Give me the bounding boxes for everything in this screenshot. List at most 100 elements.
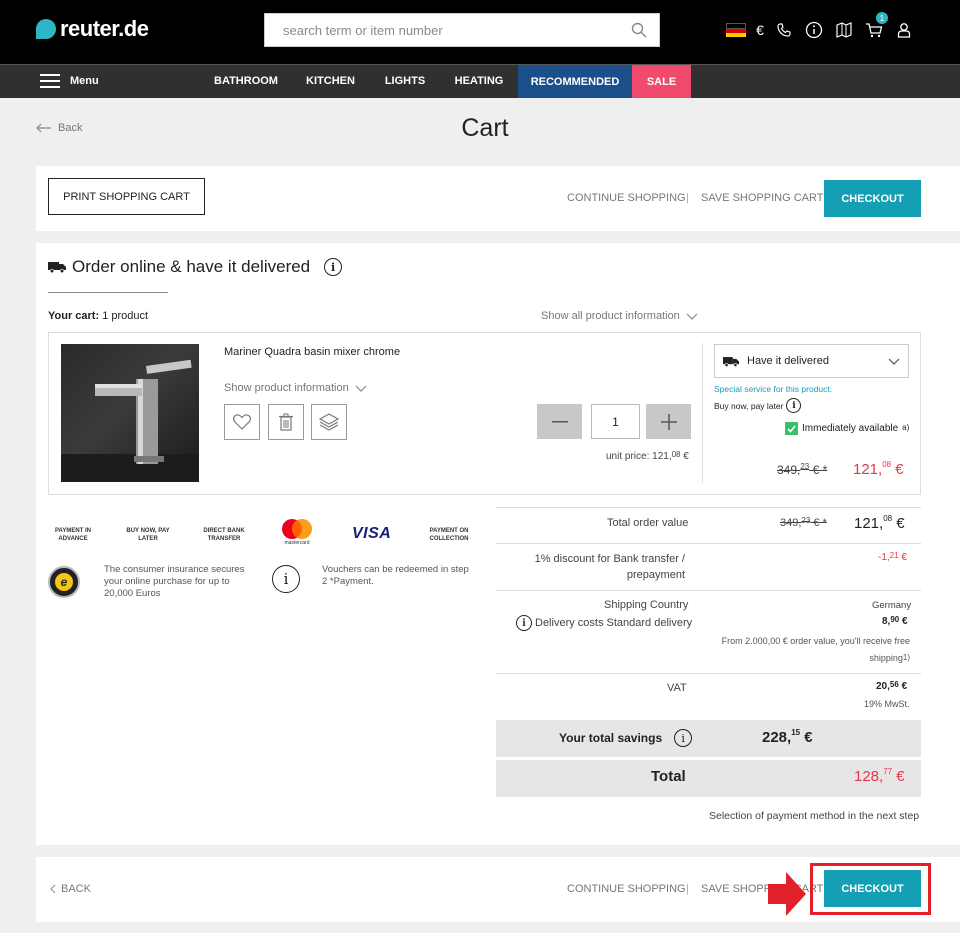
nav-item-lights[interactable]: LIGHTS bbox=[374, 64, 436, 97]
shipping-country-label: Shipping Country bbox=[604, 599, 689, 611]
save-cart-link[interactable]: SAVE SHOPPING CART bbox=[701, 192, 823, 204]
nav-item-bathroom[interactable]: BATHROOM bbox=[205, 64, 287, 97]
show-product-info-label: Show product information bbox=[224, 382, 349, 394]
pay-later-info-icon[interactable]: i bbox=[786, 398, 802, 413]
payment-buy-now-logo: BUY NOW, PAY LATER bbox=[126, 528, 170, 542]
chevron-left-icon bbox=[50, 884, 56, 894]
chevron-down-icon bbox=[355, 385, 367, 392]
buy-now-pay-later: Buy now, pay later i bbox=[714, 398, 802, 413]
menu-button[interactable]: Menu bbox=[40, 64, 120, 97]
trusted-shops-icon: e bbox=[55, 573, 73, 591]
check-icon bbox=[785, 422, 798, 435]
show-all-info-toggle[interactable]: Show all product information bbox=[541, 310, 698, 322]
nav-item-sale[interactable]: SALE bbox=[632, 65, 691, 98]
print-cart-button[interactable]: PRINT SHOPPING CART bbox=[48, 178, 205, 215]
visa-logo: VISA bbox=[352, 525, 392, 542]
compare-button[interactable] bbox=[311, 404, 347, 440]
catalog-icon[interactable] bbox=[832, 18, 856, 42]
total-order-old-value: 349,23 € * bbox=[780, 516, 827, 529]
truck-icon bbox=[723, 356, 739, 367]
product-name[interactable]: Mariner Quadra basin mixer chrome bbox=[224, 346, 400, 358]
chevron-down-icon bbox=[686, 313, 698, 320]
total-order-label: Total order value bbox=[607, 517, 689, 529]
page-title: Cart bbox=[461, 114, 509, 142]
nav-item-recommended[interactable]: RECOMMENDED bbox=[518, 65, 632, 98]
total-order-value: 121,08 € bbox=[854, 514, 905, 532]
hamburger-icon bbox=[40, 73, 60, 88]
chevron-down-icon bbox=[888, 358, 900, 365]
delivery-option-value: Have it delivered bbox=[747, 355, 829, 367]
vat-value: 20,56 € bbox=[876, 680, 908, 692]
info-icon[interactable] bbox=[802, 18, 826, 42]
quantity-input[interactable]: 1 bbox=[591, 404, 640, 439]
header-icons: € 1 bbox=[724, 12, 916, 42]
savings-label: Your total savings i bbox=[559, 729, 693, 747]
language-flag-icon[interactable] bbox=[724, 18, 748, 42]
wishlist-button[interactable] bbox=[224, 404, 260, 440]
summary-top-line bbox=[496, 507, 921, 508]
trusted-shops-seal[interactable]: e bbox=[48, 566, 80, 598]
delivery-heading-text: Order online & have it delivered bbox=[72, 257, 311, 276]
nav-item-kitchen[interactable]: KITCHEN bbox=[297, 64, 364, 97]
special-service-text: Special service for this product: bbox=[714, 384, 833, 394]
currency-selector[interactable]: € bbox=[754, 18, 766, 42]
logo-mark-icon bbox=[36, 19, 56, 39]
free-shipping-note: From 2.000,00 € order value, you'll rece… bbox=[721, 636, 910, 663]
menu-label: Menu bbox=[70, 74, 99, 87]
total-label: Total bbox=[651, 768, 686, 785]
payment-bank-transfer-logo: DIRECT BANK TRANSFER bbox=[203, 528, 245, 542]
search-icon[interactable] bbox=[631, 22, 647, 38]
heart-icon bbox=[233, 414, 251, 430]
discount-label: 1% discount for Bank transfer / prepayme… bbox=[534, 553, 685, 581]
availability-status: Immediately available a) bbox=[785, 422, 909, 435]
cart-icon[interactable]: 1 bbox=[862, 12, 888, 42]
delivery-costs-info-icon[interactable]: i bbox=[516, 615, 532, 631]
checkout-button-top[interactable]: CHECKOUT bbox=[824, 180, 921, 217]
footer-back-link[interactable]: BACK bbox=[50, 883, 91, 895]
search-box[interactable] bbox=[264, 13, 660, 47]
truck-icon bbox=[48, 262, 66, 273]
delivery-costs-value: 8,90 € bbox=[882, 615, 908, 627]
search-input[interactable] bbox=[283, 22, 631, 38]
layers-icon bbox=[319, 413, 339, 431]
vat-label: VAT bbox=[667, 682, 687, 694]
shipping-country-value: Germany bbox=[872, 600, 912, 611]
quantity-decrease-button[interactable] bbox=[537, 404, 582, 439]
footer-separator: | bbox=[686, 883, 689, 895]
show-product-info-toggle[interactable]: Show product information bbox=[224, 382, 367, 394]
delivery-info-icon[interactable]: i bbox=[324, 258, 343, 276]
delete-button[interactable] bbox=[268, 404, 304, 440]
voucher-text: Vouchers can be redeemed in step 2 *Paym… bbox=[322, 564, 469, 587]
savings-value: 228,15 € bbox=[762, 728, 813, 746]
account-icon[interactable] bbox=[892, 18, 916, 42]
logo-text: reuter.de bbox=[60, 16, 149, 41]
continue-shopping-link[interactable]: CONTINUE SHOPPING bbox=[567, 192, 686, 204]
insurance-text: The consumer insurance secures your onli… bbox=[104, 564, 245, 599]
savings-info-icon[interactable]: i bbox=[674, 729, 693, 747]
nav-item-heating[interactable]: HEATING bbox=[446, 64, 512, 97]
phone-icon[interactable] bbox=[772, 18, 796, 42]
delivery-heading: Order online & have it delivered i bbox=[48, 257, 343, 277]
your-cart-count: 1 product bbox=[102, 310, 149, 322]
quantity-increase-button[interactable] bbox=[646, 404, 691, 439]
discount-value: -1,21 € bbox=[878, 551, 907, 563]
mastercard-icon bbox=[282, 519, 312, 539]
checkout-button-bottom[interactable]: CHECKOUT bbox=[824, 870, 921, 907]
cart-count-badge: 1 bbox=[876, 12, 888, 24]
action-separator: | bbox=[686, 192, 689, 204]
product-price: 121,08 € bbox=[853, 460, 904, 478]
your-cart-summary: Your cart: 1 product bbox=[48, 310, 148, 322]
logo[interactable]: reuter.de bbox=[36, 14, 149, 44]
footer-continue-shopping-link[interactable]: CONTINUE SHOPPING bbox=[567, 883, 686, 895]
unit-price: unit price: 121,08 € bbox=[606, 450, 689, 462]
vat-rate: 19% MwSt. bbox=[864, 699, 910, 709]
voucher-info-icon: i bbox=[272, 565, 300, 593]
product-old-price: 349,23 € * bbox=[777, 462, 828, 477]
payment-advance-logo: PAYMENT IN ADVANCE bbox=[54, 528, 91, 542]
summary-line bbox=[496, 590, 921, 591]
product-divider bbox=[702, 343, 703, 483]
delivery-option-select[interactable]: Have it delivered bbox=[714, 344, 909, 378]
product-image[interactable] bbox=[61, 344, 199, 482]
minus-icon bbox=[551, 420, 568, 422]
mastercard-logo: mastercard bbox=[274, 518, 320, 550]
